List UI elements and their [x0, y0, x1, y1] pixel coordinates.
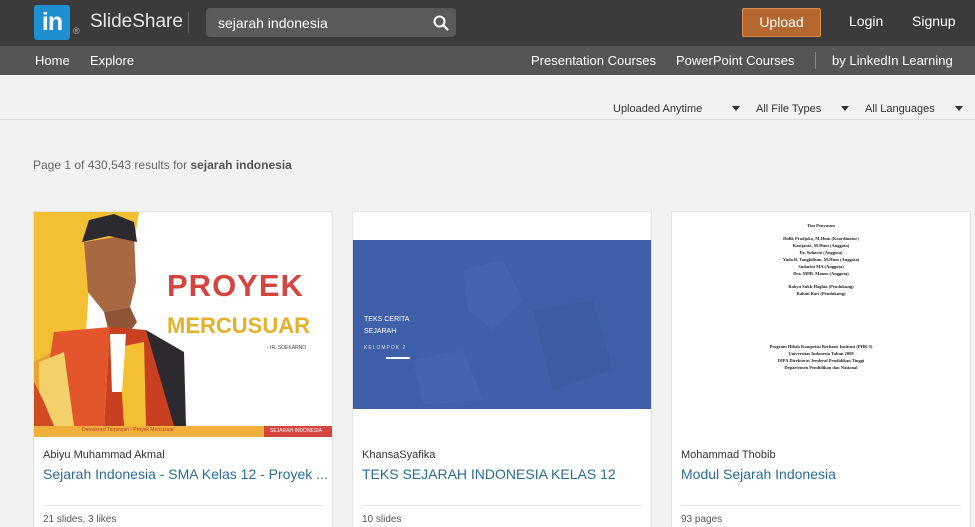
- doc-member: Rahmi Rari (Pendukung): [796, 291, 846, 296]
- doc-program: Universitas Indonesia Tahun 2008: [788, 351, 854, 356]
- search-box: [206, 8, 456, 37]
- card-title[interactable]: Sejarah Indonesia - SMA Kelas 12 - Proye…: [43, 466, 328, 482]
- results-query: sejarah indonesia: [190, 158, 292, 172]
- filter-file-types[interactable]: All File Types: [756, 103, 821, 115]
- filter-languages[interactable]: All Languages: [865, 103, 935, 115]
- doc-member: Rahyu Sukh Haghia (Pendukung): [788, 284, 854, 289]
- card-title[interactable]: TEKS SEJARAH INDONESIA KELAS 12: [362, 466, 647, 482]
- thumb-footer-left: Demokrasi Terpimpin - Proyek Mercusuar: [82, 427, 174, 433]
- thumb-heading-1: PROYEK: [167, 268, 304, 303]
- doc-member: Yuda B. Tangkilisan, M.Hum (Anggota): [782, 257, 860, 262]
- filter-uploaded[interactable]: Uploaded Anytime: [613, 103, 702, 115]
- filter-bar: Uploaded Anytime All File Types All Lang…: [0, 75, 975, 120]
- card-divider: [681, 505, 961, 506]
- slide-thumbnail[interactable]: PROYEK MERCUSUAR - IR. SOEKARNO Demokras…: [34, 212, 332, 437]
- card-author[interactable]: Mohammad Thobib: [681, 449, 776, 461]
- chevron-down-icon[interactable]: [732, 106, 740, 111]
- slide-thumbnail[interactable]: TEKS CERITA SEJARAH KELOMPOK 2: [353, 212, 651, 437]
- brand-name[interactable]: SlideShare: [90, 11, 183, 33]
- nav-divider: [815, 52, 816, 69]
- thumb-title-1: TEKS CERITA: [364, 316, 410, 323]
- doc-member: Didik Pradjoko, M.Hum (Koordinator): [783, 236, 859, 241]
- card-meta: 93 pages: [681, 514, 723, 525]
- doc-member: Dr. Suharto (Anggota): [799, 250, 843, 255]
- doc-member: Dra. MPB. Manus (Anggota): [793, 271, 849, 276]
- card-author[interactable]: KhansaSyafika: [362, 449, 435, 461]
- doc-member: Sudarini MA (Anggota): [798, 264, 844, 269]
- top-bar: in ® SlideShare Upload Login Signup: [0, 0, 975, 46]
- results-prefix: Page 1 of 430,543 results for: [33, 158, 188, 172]
- thumb-caption: - IR. SOEKARNO: [267, 345, 307, 351]
- result-card[interactable]: PROYEK MERCUSUAR - IR. SOEKARNO Demokras…: [33, 211, 333, 527]
- login-link[interactable]: Login: [849, 13, 883, 29]
- document-thumbnail[interactable]: Tim Penyusun Didik Pradjoko, M.Hum (Koor…: [672, 212, 970, 437]
- thumb-underline: [386, 357, 410, 359]
- card-meta: 10 slides: [362, 514, 402, 525]
- search-icon[interactable]: [432, 14, 450, 32]
- nav-powerpoint-courses[interactable]: PowerPoint Courses: [676, 53, 795, 68]
- chevron-down-icon[interactable]: [955, 106, 963, 111]
- linkedin-logo[interactable]: in: [34, 5, 70, 40]
- signup-link[interactable]: Signup: [912, 13, 956, 29]
- results-summary: Page 1 of 430,543 results for sejarah in…: [33, 158, 292, 172]
- nav-linkedin-learning[interactable]: by LinkedIn Learning: [832, 53, 953, 68]
- doc-program: Departemen Pendidikan dan Nasional: [784, 365, 858, 370]
- card-meta: 21 slides, 3 likes: [43, 514, 117, 525]
- thumb-footer-right: SEJARAH INDONESIA: [270, 428, 322, 434]
- card-author[interactable]: Abiyu Muhammad Akmal: [43, 449, 165, 461]
- doc-program: DIPA Direktorat Jenderal Pendidikan Ting…: [777, 358, 865, 363]
- nav-explore[interactable]: Explore: [90, 53, 134, 68]
- card-title[interactable]: Modul Sejarah Indonesia: [681, 466, 966, 482]
- header-divider: [188, 12, 189, 33]
- upload-button[interactable]: Upload: [742, 8, 821, 37]
- registered-mark: ®: [73, 26, 80, 36]
- doc-team-heading: Tim Penyusun: [807, 223, 835, 228]
- thumb-subtitle: KELOMPOK 2: [364, 345, 407, 351]
- card-divider: [43, 505, 323, 506]
- result-card[interactable]: Tim Penyusun Didik Pradjoko, M.Hum (Koor…: [671, 211, 971, 527]
- thumb-heading-2: MERCUSUAR: [167, 313, 310, 338]
- result-card[interactable]: TEKS CERITA SEJARAH KELOMPOK 2 KhansaSya…: [352, 211, 652, 527]
- nav-bar: Home Explore Presentation Courses PowerP…: [0, 46, 975, 75]
- doc-member: Kasijanto, M.Hum (Anggota): [792, 243, 850, 248]
- nav-home[interactable]: Home: [35, 53, 70, 68]
- card-divider: [362, 505, 642, 506]
- thumb-texture: [413, 260, 613, 405]
- thumb-title-2: SEJARAH: [364, 328, 397, 335]
- nav-presentation-courses[interactable]: Presentation Courses: [531, 53, 656, 68]
- doc-program: Program Hibah Kompetisi Berbasis Institu…: [769, 344, 873, 349]
- search-input[interactable]: [206, 8, 426, 37]
- chevron-down-icon[interactable]: [841, 106, 849, 111]
